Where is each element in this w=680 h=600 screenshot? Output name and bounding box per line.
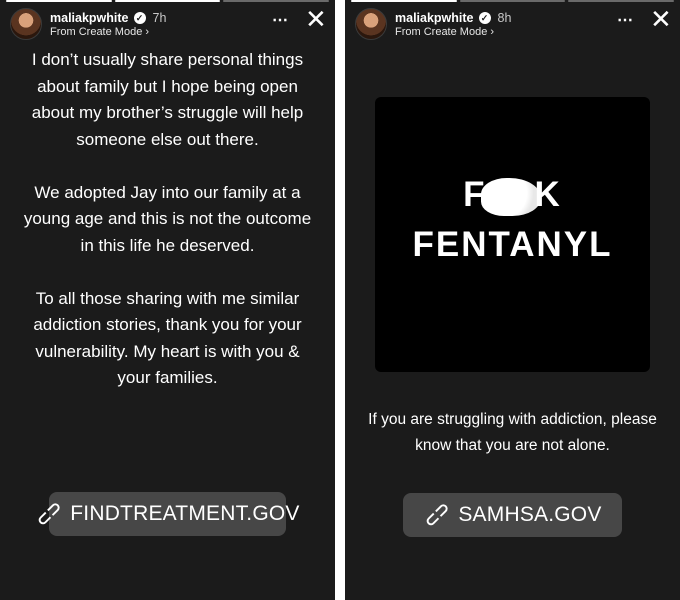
story-caption: I don’t usually share personal things ab…: [20, 47, 315, 418]
link-icon: ⊂⊃: [32, 496, 67, 531]
story-header: maliakpwhite ✓ 7h From Create Mode › ⋯ ✕: [0, 6, 335, 42]
story-right[interactable]: maliakpwhite ✓ 8h From Create Mode › ⋯ ✕…: [345, 0, 680, 600]
username[interactable]: maliakpwhite: [50, 11, 129, 25]
findtreatment-link-sticker[interactable]: ⊂⊃ FINDTREATMENT.GOV: [33, 492, 299, 536]
progress-bar: [6, 0, 330, 2]
story-left[interactable]: maliakpwhite ✓ 7h From Create Mode › ⋯ ✕…: [0, 0, 335, 600]
link-label: FINDTREATMENT.GOV: [70, 502, 300, 525]
caption-paragraph: To all those sharing with me similar add…: [33, 288, 302, 388]
more-icon[interactable]: ⋯: [272, 10, 289, 30]
close-icon[interactable]: ✕: [650, 6, 672, 32]
fentanyl-graphic: FK FENTANYL: [375, 97, 650, 372]
verified-badge-icon: ✓: [478, 12, 491, 24]
graphic-line-1: FK: [463, 175, 562, 216]
story-caption: If you are struggling with addiction, pl…: [368, 411, 657, 454]
timestamp: 8h: [497, 11, 512, 25]
link-icon: ⊂⊃: [420, 497, 455, 532]
progress-bar: [351, 0, 675, 2]
story-header: maliakpwhite ✓ 8h From Create Mode › ⋯ ✕: [345, 6, 680, 42]
create-mode-link[interactable]: From Create Mode ›: [50, 26, 149, 38]
link-label: SAMHSA.GOV: [458, 503, 602, 526]
close-icon[interactable]: ✕: [305, 6, 327, 32]
avatar[interactable]: [355, 8, 387, 40]
verified-badge-icon: ✓: [133, 12, 146, 24]
caption-paragraph: I don’t usually share personal things ab…: [31, 50, 304, 149]
avatar[interactable]: [10, 8, 42, 40]
caption-paragraph: We adopted Jay into our family at a youn…: [23, 182, 312, 255]
samhsa-link-sticker[interactable]: ⊂⊃ SAMHSA.GOV: [403, 493, 622, 537]
graphic-line-2: FENTANYL: [412, 225, 613, 264]
censor-blob: [480, 177, 541, 216]
username[interactable]: maliakpwhite: [395, 11, 474, 25]
timestamp: 7h: [152, 11, 167, 25]
create-mode-link[interactable]: From Create Mode ›: [395, 26, 494, 38]
more-icon[interactable]: ⋯: [617, 10, 634, 30]
